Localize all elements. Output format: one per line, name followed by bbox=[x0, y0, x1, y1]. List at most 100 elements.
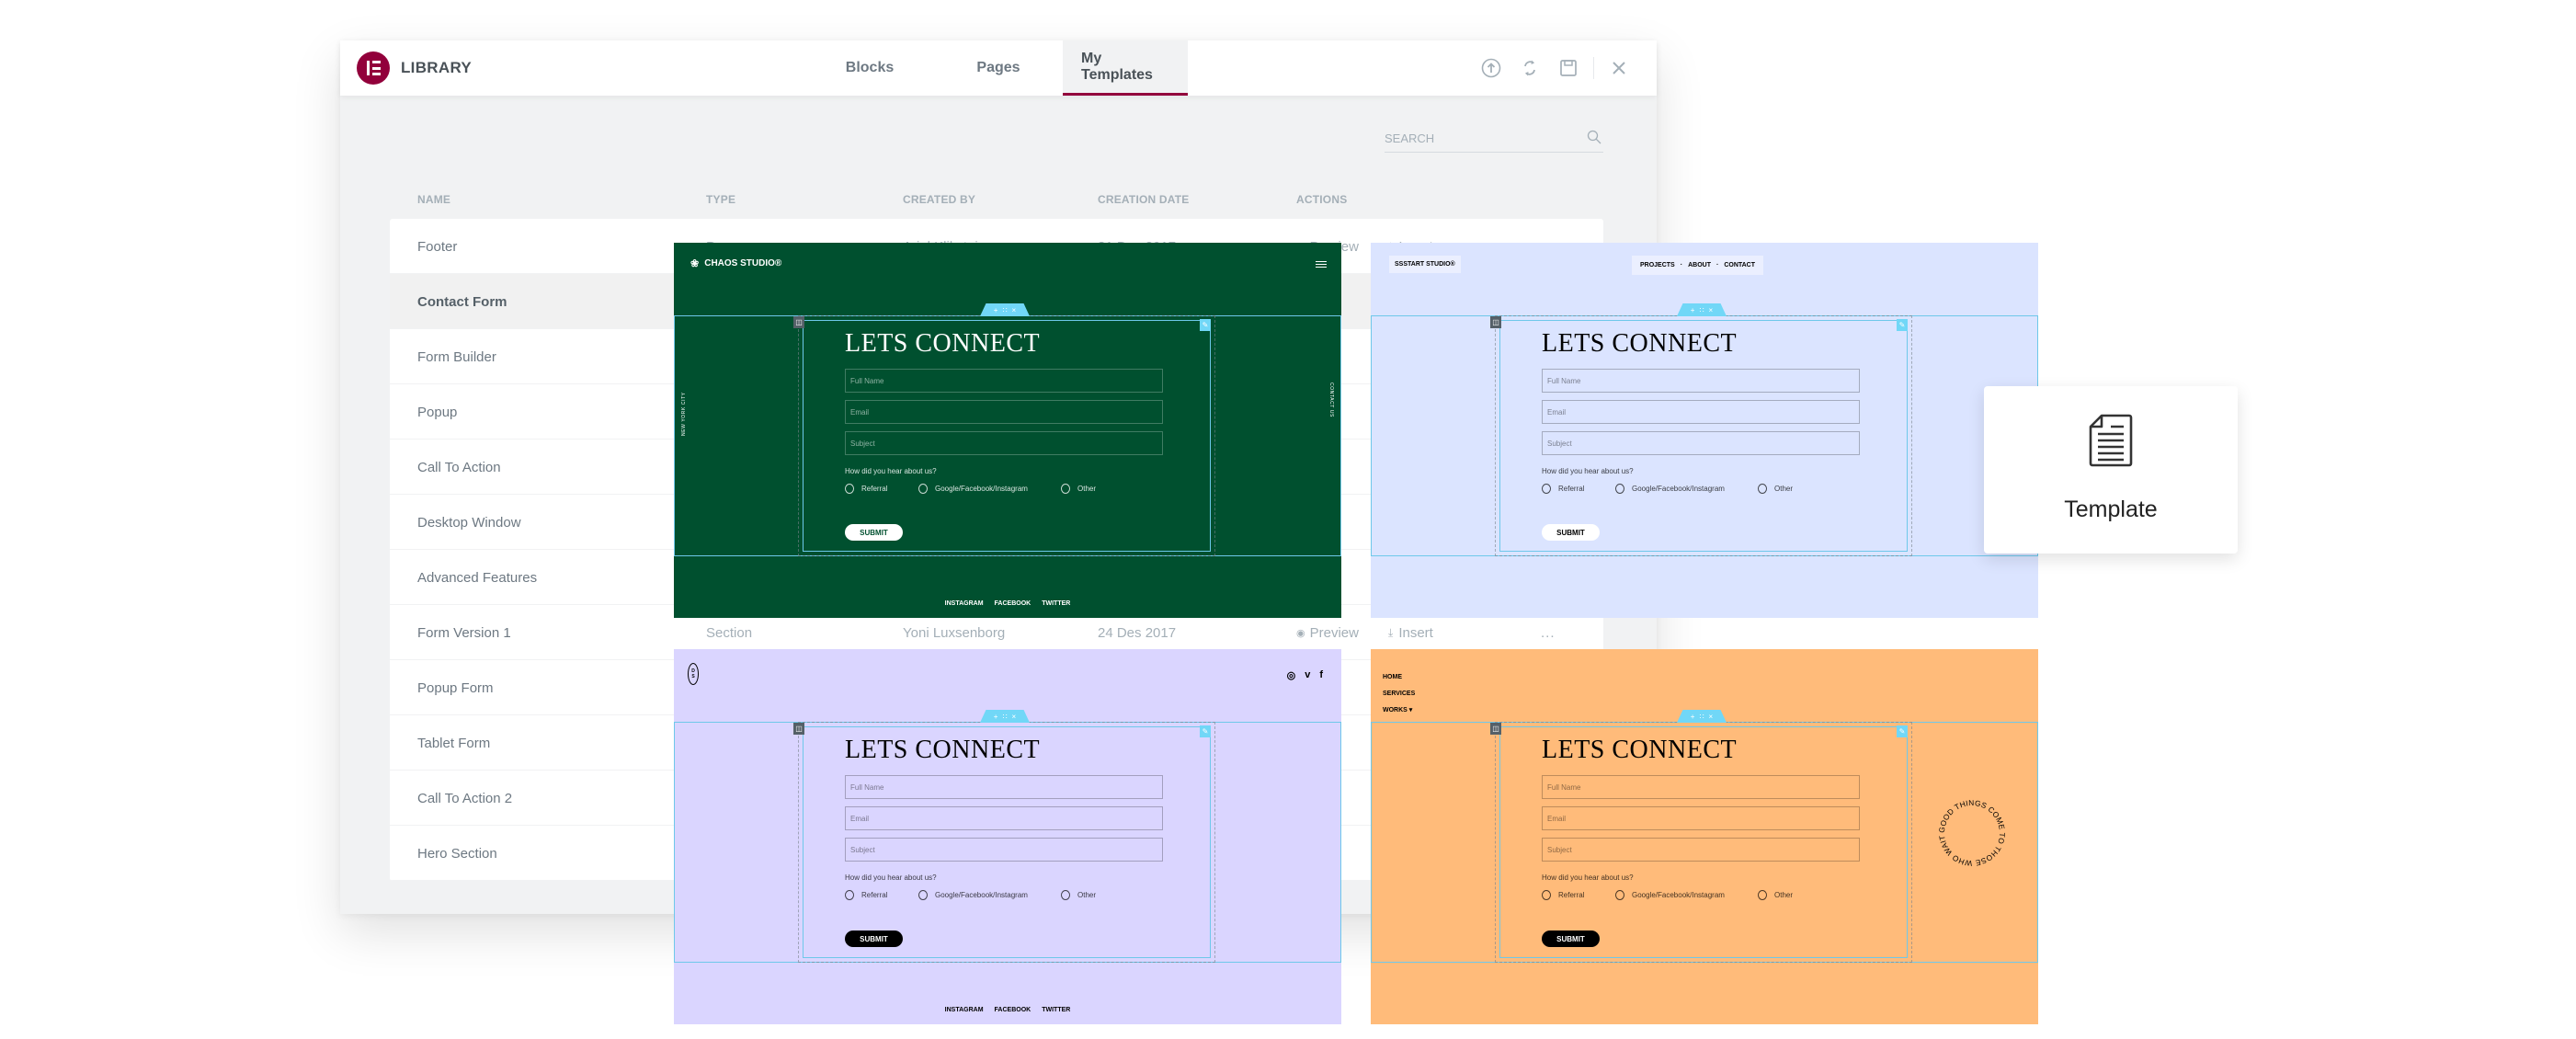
column-name[interactable]: NAME bbox=[417, 193, 450, 206]
footer-link-twitter[interactable]: TWITTER bbox=[1042, 600, 1070, 607]
section-handle[interactable]: + ∷ × bbox=[980, 710, 1030, 723]
submit-button[interactable]: SUBMIT bbox=[845, 931, 903, 947]
subject-field[interactable]: Subject bbox=[1542, 431, 1860, 455]
add-icon[interactable]: + bbox=[994, 306, 998, 314]
nav-projects[interactable]: PROJECTS bbox=[1640, 262, 1675, 268]
circular-text: GOOD THINGS COME TO THOSE WHO WAIT • bbox=[1935, 796, 2007, 868]
column-handle-icon[interactable]: ◫ bbox=[1490, 723, 1501, 735]
circular-text-badge: GOOD THINGS COME TO THOSE WHO WAIT • bbox=[1935, 796, 2007, 868]
search-icon[interactable] bbox=[1587, 130, 1601, 149]
email-field[interactable]: Email bbox=[1542, 400, 1860, 424]
full-name-field[interactable]: Full Name bbox=[1542, 775, 1860, 799]
submit-button[interactable]: SUBMIT bbox=[1542, 931, 1600, 947]
drag-icon[interactable]: ∷ bbox=[1699, 306, 1704, 314]
footer-link-facebook[interactable]: FACEBOOK bbox=[995, 600, 1032, 607]
subject-field[interactable]: Subject bbox=[845, 838, 1163, 862]
library-tabs: Blocks Pages My Templates bbox=[805, 40, 1188, 96]
edit-pencil-icon[interactable]: ✎ bbox=[1200, 319, 1211, 331]
template-preview-green[interactable]: ❀ CHAOS STUDIO® + ∷ × ◫ ✎ NEW YORK CITY CO… bbox=[674, 243, 1341, 618]
drag-icon[interactable]: ∷ bbox=[1002, 713, 1007, 721]
footer-link-facebook[interactable]: FACEBOOK bbox=[995, 1007, 1032, 1013]
template-preview-blue[interactable]: SSSTART STUDIO® PROJECTS · ABOUT · CONTA… bbox=[1371, 243, 2038, 618]
radio-social[interactable]: Google/Facebook/Instagram bbox=[918, 484, 1061, 494]
download-icon: ⤓ bbox=[1388, 625, 1394, 639]
drag-icon[interactable]: ∷ bbox=[1699, 713, 1704, 721]
upload-icon[interactable] bbox=[1472, 40, 1510, 96]
add-icon[interactable]: + bbox=[1691, 713, 1695, 721]
radio-referral[interactable]: Referral bbox=[845, 484, 918, 494]
radio-group: Referral Google/Facebook/Instagram Other bbox=[1542, 890, 1793, 900]
form-question: How did you hear about us? bbox=[1542, 873, 1634, 882]
nav-works[interactable]: WORKS ▾ bbox=[1383, 702, 1415, 719]
section-handle[interactable]: + ∷ × bbox=[980, 303, 1030, 316]
full-name-field[interactable]: Full Name bbox=[845, 775, 1163, 799]
tab-blocks[interactable]: Blocks bbox=[805, 40, 934, 96]
nav-home[interactable]: HOME bbox=[1383, 669, 1415, 686]
library-title: LIBRARY bbox=[401, 59, 473, 76]
drag-icon[interactable]: ∷ bbox=[1002, 306, 1007, 314]
full-name-field[interactable]: Full Name bbox=[1542, 369, 1860, 393]
email-field[interactable]: Email bbox=[845, 806, 1163, 830]
template-preview-purple[interactable]: D S ◎ v f + ∷ × ◫ ✎ LETS CONNECT Full Name… bbox=[674, 649, 1341, 1024]
edit-pencil-icon[interactable]: ✎ bbox=[1200, 725, 1211, 737]
template-type-card[interactable]: Template bbox=[1984, 386, 2238, 554]
add-icon[interactable]: + bbox=[994, 713, 998, 721]
footer-link-twitter[interactable]: TWITTER bbox=[1042, 1007, 1070, 1013]
add-icon[interactable]: + bbox=[1691, 306, 1695, 314]
submit-button[interactable]: SUBMIT bbox=[1542, 524, 1600, 541]
header-divider bbox=[1593, 57, 1594, 79]
column-handle-icon[interactable]: ◫ bbox=[793, 723, 804, 735]
vimeo-icon[interactable]: v bbox=[1305, 669, 1310, 681]
full-name-field[interactable]: Full Name bbox=[845, 369, 1163, 393]
footer-link-instagram[interactable]: INSTAGRAM bbox=[945, 600, 984, 607]
nav-services[interactable]: SERVICES bbox=[1383, 686, 1415, 702]
email-field[interactable]: Email bbox=[1542, 806, 1860, 830]
row-name: Footer bbox=[417, 238, 458, 255]
column-created-by[interactable]: CREATED BY bbox=[903, 193, 975, 206]
column-handle-icon[interactable]: ◫ bbox=[1490, 316, 1501, 328]
radio-label: Referral bbox=[1558, 891, 1585, 899]
nav-contact[interactable]: CONTACT bbox=[1724, 262, 1755, 268]
delete-icon[interactable]: × bbox=[1709, 713, 1714, 721]
radio-other[interactable]: Other bbox=[1061, 484, 1096, 494]
radio-label: Other bbox=[1774, 485, 1794, 493]
radio-other[interactable]: Other bbox=[1758, 890, 1793, 900]
delete-icon[interactable]: × bbox=[1709, 306, 1714, 314]
footer-link-instagram[interactable]: INSTAGRAM bbox=[945, 1007, 984, 1013]
side-nav: HOME SERVICES WORKS ▾ bbox=[1383, 669, 1415, 719]
radio-other[interactable]: Other bbox=[1758, 484, 1793, 494]
radio-referral[interactable]: Referral bbox=[1542, 484, 1615, 494]
radio-social[interactable]: Google/Facebook/Instagram bbox=[1615, 890, 1758, 900]
search-input[interactable] bbox=[1385, 125, 1603, 151]
template-preview-orange[interactable]: HOME SERVICES WORKS ▾ + ∷ × ◫ ✎ LETS CONNE… bbox=[1371, 649, 2038, 1024]
save-icon[interactable] bbox=[1549, 40, 1588, 96]
section-handle[interactable]: + ∷ × bbox=[1677, 710, 1727, 723]
email-field[interactable]: Email bbox=[845, 400, 1163, 424]
instagram-icon[interactable]: ◎ bbox=[1287, 669, 1296, 681]
radio-group: Referral Google/Facebook/Instagram Other bbox=[845, 890, 1096, 900]
facebook-icon[interactable]: f bbox=[1319, 669, 1323, 681]
radio-referral[interactable]: Referral bbox=[1542, 890, 1615, 900]
radio-label: Google/Facebook/Instagram bbox=[935, 891, 1028, 899]
subject-field[interactable]: Subject bbox=[845, 431, 1163, 455]
column-type[interactable]: TYPE bbox=[706, 193, 735, 206]
radio-social[interactable]: Google/Facebook/Instagram bbox=[1615, 484, 1758, 494]
tab-my-templates[interactable]: My Templates bbox=[1063, 40, 1188, 96]
nav-about[interactable]: ABOUT bbox=[1688, 262, 1711, 268]
edit-pencil-icon[interactable]: ✎ bbox=[1897, 725, 1908, 737]
radio-other[interactable]: Other bbox=[1061, 890, 1096, 900]
submit-button[interactable]: SUBMIT bbox=[845, 524, 903, 541]
edit-pencil-icon[interactable]: ✎ bbox=[1897, 319, 1908, 331]
section-handle[interactable]: + ∷ × bbox=[1677, 303, 1727, 316]
delete-icon[interactable]: × bbox=[1012, 713, 1017, 721]
radio-social[interactable]: Google/Facebook/Instagram bbox=[918, 890, 1061, 900]
radio-referral[interactable]: Referral bbox=[845, 890, 918, 900]
subject-field[interactable]: Subject bbox=[1542, 838, 1860, 862]
sync-icon[interactable] bbox=[1510, 40, 1549, 96]
column-creation-date[interactable]: CREATION DATE bbox=[1098, 193, 1190, 206]
column-handle-icon[interactable]: ◫ bbox=[793, 316, 804, 328]
close-icon[interactable] bbox=[1600, 40, 1638, 96]
tab-pages[interactable]: Pages bbox=[934, 40, 1063, 96]
delete-icon[interactable]: × bbox=[1012, 306, 1017, 314]
hamburger-menu-icon[interactable] bbox=[1316, 261, 1327, 268]
